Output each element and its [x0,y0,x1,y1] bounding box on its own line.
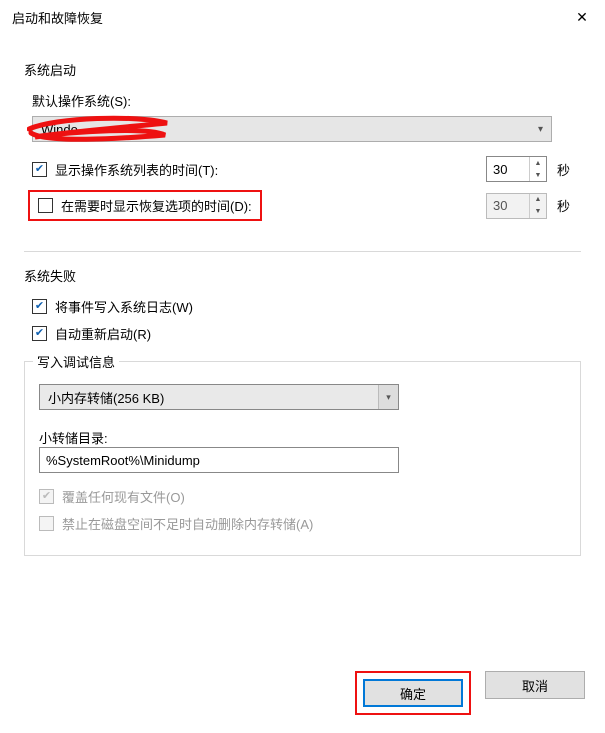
overwrite-row: 覆盖任何现有文件(O) [39,487,566,506]
debug-info-frame: 写入调试信息 小内存转储(256 KB) ▾ 小转储目录: %SystemRoo… [24,361,581,556]
system-failure-heading: 系统失败 [24,266,581,285]
show-os-list-label: 显示操作系统列表的时间(T): [55,160,218,179]
seconds-unit: 秒 [557,160,581,179]
system-startup-group: 系统启动 默认操作系统(S): Windo ▾ 显示操作系统列表的时间(T): [24,60,581,221]
close-button[interactable]: ✕ [559,3,605,33]
chevron-down-icon: ▾ [378,385,398,409]
window-title: 启动和故障恢复 [12,8,559,27]
spinner-buttons[interactable]: ▲ ▼ [529,157,546,181]
system-startup-heading: 系统启动 [24,60,581,79]
dump-type-value: 小内存转储(256 KB) [40,388,378,407]
auto-restart-label: 自动重新启动(R) [55,324,151,343]
show-recovery-label: 在需要时显示恢复选项的时间(D): [61,196,252,215]
spinner-up-icon: ▲ [530,194,546,206]
dialog-body: 系统启动 默认操作系统(S): Windo ▾ 显示操作系统列表的时间(T): [0,36,605,556]
auto-restart-checkbox[interactable] [32,326,47,341]
system-failure-group: 系统失败 将事件写入系统日志(W) 自动重新启动(R) 写入调试信息 小内存转储… [24,266,581,556]
show-recovery-checkbox[interactable] [38,198,53,213]
show-os-list-seconds-input[interactable] [487,157,529,181]
annotation-highlight-recovery: 在需要时显示恢复选项的时间(D): [28,190,262,221]
annotation-highlight-ok: 确定 [355,671,471,715]
show-os-list-row: 显示操作系统列表的时间(T): ▲ ▼ 秒 [32,156,581,182]
default-os-value: Windo [41,122,538,137]
separator [24,251,581,252]
dump-type-select[interactable]: 小内存转储(256 KB) ▾ [39,384,399,410]
disable-delete-label: 禁止在磁盘空间不足时自动删除内存转储(A) [62,514,313,533]
dump-dir-input[interactable]: %SystemRoot%\Minidump [39,447,399,473]
write-log-label: 将事件写入系统日志(W) [55,297,193,316]
show-recovery-row: 在需要时显示恢复选项的时间(D): ▲ ▼ 秒 [32,190,581,221]
spinner-up-icon[interactable]: ▲ [530,157,546,169]
dump-dir-value: %SystemRoot%\Minidump [46,453,200,468]
chevron-down-icon: ▾ [538,124,543,135]
close-icon: ✕ [576,9,588,26]
seconds-unit: 秒 [557,196,581,215]
write-log-checkbox[interactable] [32,299,47,314]
default-os-select[interactable]: Windo ▾ [32,116,552,142]
overwrite-checkbox [39,489,54,504]
default-os-label: 默认操作系统(S): [32,91,581,110]
titlebar: 启动和故障恢复 ✕ [0,0,605,36]
spinner-down-icon[interactable]: ▼ [530,169,546,181]
ok-button[interactable]: 确定 [363,679,463,707]
auto-restart-row: 自动重新启动(R) [32,324,581,343]
show-os-list-checkbox[interactable] [32,162,47,177]
show-recovery-seconds-input [487,194,529,218]
overwrite-label: 覆盖任何现有文件(O) [62,487,185,506]
disable-delete-row: 禁止在磁盘空间不足时自动删除内存转储(A) [39,514,566,533]
disable-delete-checkbox [39,516,54,531]
show-os-list-seconds-spinner[interactable]: ▲ ▼ [486,156,547,182]
dump-dir-label: 小转储目录: [39,428,566,447]
write-log-row: 将事件写入系统日志(W) [32,297,581,316]
spinner-down-icon: ▼ [530,206,546,218]
show-recovery-seconds-spinner: ▲ ▼ [486,193,547,219]
dialog-buttons: 确定 取消 [355,671,585,715]
debug-info-legend: 写入调试信息 [33,352,119,371]
spinner-buttons-disabled: ▲ ▼ [529,194,546,218]
cancel-button[interactable]: 取消 [485,671,585,699]
